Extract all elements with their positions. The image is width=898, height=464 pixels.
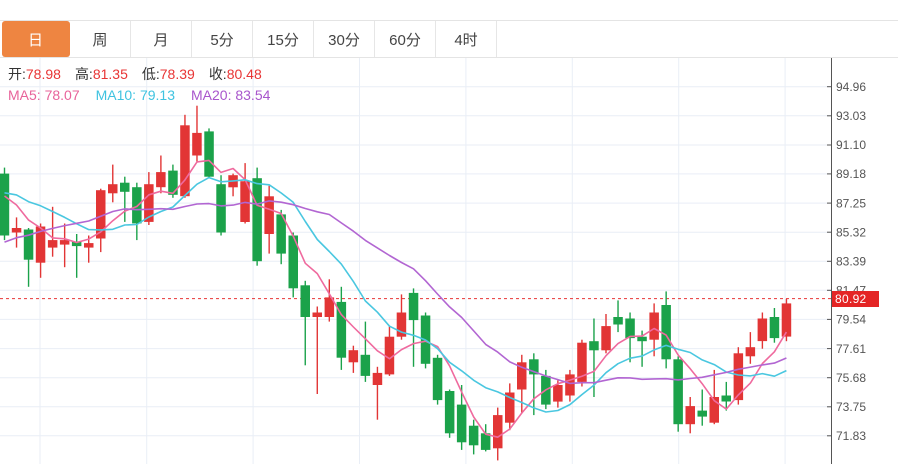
candle-body — [349, 350, 359, 362]
candle-body — [698, 411, 708, 417]
y-axis-label: 75.68 — [836, 371, 866, 385]
candle-body — [722, 396, 732, 402]
candle-body — [445, 391, 455, 433]
y-axis-label: 79.54 — [836, 313, 866, 327]
tab-day[interactable]: 日 — [2, 21, 70, 57]
interval-tabbar: 日周月5分15分30分60分4时 — [0, 21, 898, 58]
candle-body — [301, 285, 311, 317]
candle-body — [373, 373, 383, 385]
candle-body — [120, 183, 130, 192]
candle-body — [108, 184, 118, 193]
candle-body — [204, 131, 214, 176]
ohlc-readout: 开:78.98 高:81.35 低:78.39 收:80.48 — [8, 64, 276, 84]
y-axis-label: 85.32 — [836, 225, 866, 239]
current-price-badge: 80.92 — [832, 291, 879, 307]
candle-body — [493, 415, 503, 448]
ohlc-high: 高:81.35 — [75, 66, 128, 82]
candle-body — [409, 293, 419, 320]
candle-body — [457, 405, 467, 443]
candle-body — [433, 358, 443, 400]
candle-body — [252, 178, 262, 261]
tab-m30[interactable]: 30分 — [314, 21, 375, 57]
candle-body — [613, 317, 623, 325]
candle-body — [661, 305, 671, 359]
candle-body — [746, 347, 756, 356]
candle-body — [686, 406, 696, 424]
candle-body — [48, 240, 58, 248]
y-axis-label: 89.18 — [836, 167, 866, 181]
chart-area: 开:78.98高:81.35低:78.39收:80.48 MA5: 78.07M… — [0, 58, 898, 464]
y-axis-label: 71.83 — [836, 429, 866, 443]
candle-body — [132, 187, 142, 223]
candle-body — [637, 337, 647, 342]
candle-body — [553, 385, 563, 402]
ohlc-close: 收:80.48 — [209, 66, 262, 82]
candle-body — [469, 426, 479, 446]
tab-week[interactable]: 周 — [70, 21, 131, 57]
y-axis-label: 91.10 — [836, 138, 866, 152]
ma-readout-ma10: MA10: 79.13 — [96, 87, 175, 103]
candle-body — [313, 313, 323, 318]
candle-body — [601, 326, 611, 350]
candle-body — [216, 184, 226, 232]
ma-readout-ma5: MA5: 78.07 — [8, 87, 80, 103]
candle-body — [361, 355, 371, 376]
tab-m15[interactable]: 15分 — [253, 21, 314, 57]
y-axis-label: 94.96 — [836, 80, 866, 94]
candle-body — [192, 133, 202, 156]
ohlc-low: 低:78.39 — [142, 66, 195, 82]
tab-month[interactable]: 月 — [131, 21, 192, 57]
candle-body — [649, 313, 659, 340]
ma-readout: MA5: 78.07 MA10: 79.13 MA20: 83.54 — [8, 87, 286, 103]
candle-body — [625, 319, 635, 339]
tab-m60[interactable]: 60分 — [375, 21, 436, 57]
candle-body — [12, 228, 21, 233]
candle-body — [156, 172, 166, 187]
tab-h4[interactable]: 4时 — [436, 21, 497, 57]
candle-body — [782, 303, 792, 336]
candle-body — [758, 319, 768, 342]
candle-body — [180, 125, 190, 196]
y-axis-label: 83.39 — [836, 255, 866, 269]
candle-body — [565, 374, 575, 395]
y-axis-label: 77.61 — [836, 342, 866, 356]
candlestick-chart[interactable]: 94.9693.0391.1089.1887.2585.3283.3981.47… — [0, 58, 898, 464]
candle-body — [589, 341, 599, 350]
tab-m5[interactable]: 5分 — [192, 21, 253, 57]
candle-body — [60, 240, 70, 245]
y-axis-label: 73.75 — [836, 400, 866, 414]
candle-body — [0, 174, 9, 236]
y-axis-label: 93.03 — [836, 109, 866, 123]
candle-body — [168, 171, 178, 195]
y-axis-label: 87.25 — [836, 196, 866, 210]
ohlc-open: 开:78.98 — [8, 66, 61, 82]
top-strip — [0, 0, 898, 21]
candle-body — [673, 359, 683, 424]
candle-body — [734, 353, 744, 400]
ma-readout-ma20: MA20: 83.54 — [191, 87, 270, 103]
candle-body — [84, 243, 94, 248]
candle-body — [770, 317, 780, 338]
